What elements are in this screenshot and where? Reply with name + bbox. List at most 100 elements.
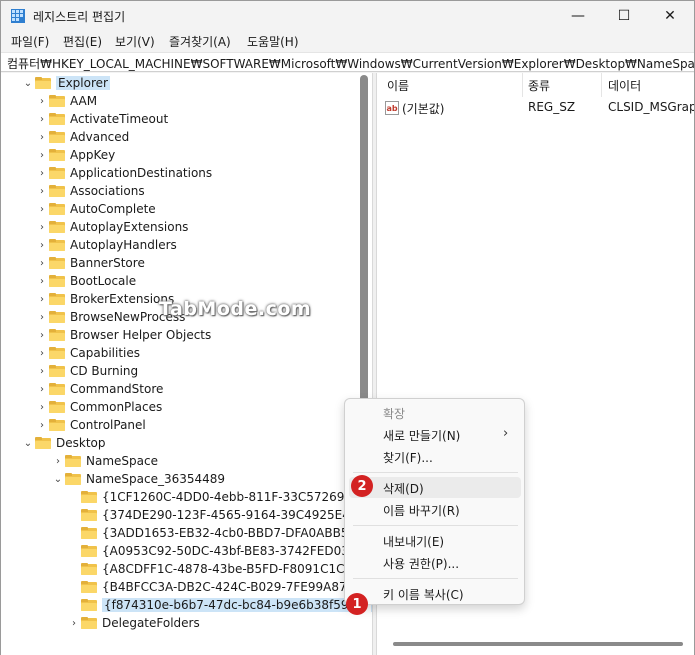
chevron-right-icon[interactable]: › <box>35 416 49 434</box>
chevron-right-icon[interactable]: › <box>35 182 49 200</box>
list-horizontal-scrollbar[interactable] <box>393 642 683 646</box>
folder-icon <box>49 383 65 395</box>
menu-export[interactable]: 내보내기(E) <box>383 533 444 550</box>
tree-node-label: BannerStore <box>70 256 145 270</box>
tree-node-label: AutoplayHandlers <box>70 238 177 252</box>
folder-icon <box>49 167 65 179</box>
column-header-type[interactable]: 종류 <box>528 77 550 94</box>
chevron-right-icon[interactable]: › <box>51 452 65 470</box>
chevron-right-icon[interactable]: › <box>35 218 49 236</box>
chevron-right-icon[interactable]: › <box>35 272 49 290</box>
chevron-right-icon[interactable]: › <box>35 344 49 362</box>
chevron-right-icon[interactable]: › <box>35 236 49 254</box>
tree-node[interactable]: › AppKey <box>35 146 115 164</box>
menu-rename[interactable]: 이름 바꾸기(R) <box>383 502 460 519</box>
tree-node[interactable]: › ActivateTimeout <box>35 110 168 128</box>
tree-node[interactable]: › ControlPanel <box>35 416 146 434</box>
chevron-right-icon[interactable]: › <box>35 146 49 164</box>
column-separator[interactable] <box>601 73 602 97</box>
minimize-button[interactable]: — <box>555 1 601 31</box>
menu-permissions[interactable]: 사용 권한(P)... <box>383 555 459 572</box>
menu-expand[interactable]: 확장 <box>383 405 405 422</box>
folder-icon <box>49 203 65 215</box>
tree-node-desktop[interactable]: ⌄ Desktop <box>21 434 106 452</box>
tree-node-guid[interactable]: {1CF1260C-4DD0-4ebb-811F-33C572699FD <box>81 488 368 506</box>
tree-node[interactable]: › ApplicationDestinations <box>35 164 212 182</box>
tree-node-delegatefolders[interactable]: › DelegateFolders <box>67 614 200 632</box>
chevron-right-icon[interactable]: › <box>35 326 49 344</box>
tree-node-guid[interactable]: {A8CDFF1C-4878-43be-B5FD-F8091C1C60D <box>81 560 369 578</box>
chevron-right-icon[interactable]: › <box>35 398 49 416</box>
folder-icon <box>49 257 65 269</box>
menu-find[interactable]: 찾기(F)... <box>383 449 433 466</box>
menu-copy-key-name[interactable]: 키 이름 복사(C) <box>383 586 464 603</box>
chevron-right-icon[interactable]: › <box>35 128 49 146</box>
menu-favorites[interactable]: 즐겨찾기(A) <box>169 33 231 50</box>
key-tree-pane[interactable]: ⌄ Explorer › AAM › ActivateTimeout › Advanced… <box>1 73 372 655</box>
folder-icon <box>49 401 65 413</box>
tree-node[interactable]: › Associations <box>35 182 145 200</box>
chevron-right-icon[interactable]: › <box>35 200 49 218</box>
tree-node-namespace[interactable]: › NameSpace <box>51 452 158 470</box>
menu-help[interactable]: 도움말(H) <box>247 33 299 50</box>
chevron-down-icon[interactable]: ⌄ <box>21 434 35 452</box>
tree-node-guid[interactable]: {B4BFCC3A-DB2C-424C-B029-7FE99A87C6 <box>81 578 363 596</box>
menu-bar: 파일(F) 편집(E) 보기(V) 즐겨찾기(A) 도움말(H) <box>1 31 694 51</box>
column-header-data[interactable]: 데이터 <box>608 77 641 94</box>
column-header-name[interactable]: 이름 <box>387 77 409 94</box>
tree-node[interactable]: › BootLocale <box>35 272 136 290</box>
chevron-right-icon[interactable]: › <box>35 92 49 110</box>
menu-file[interactable]: 파일(F) <box>11 33 49 50</box>
chevron-down-icon[interactable]: ⌄ <box>21 74 35 92</box>
folder-icon <box>49 275 65 287</box>
tree-node[interactable]: › AutoComplete <box>35 200 156 218</box>
folder-icon <box>65 473 81 485</box>
address-bar[interactable]: 컴퓨터₩HKEY_LOCAL_MACHINE₩SOFTWARE₩Microsof… <box>1 52 694 72</box>
menu-delete[interactable]: 삭제(D) <box>383 480 424 497</box>
menu-view[interactable]: 보기(V) <box>115 33 155 50</box>
tree-node-label: {1CF1260C-4DD0-4ebb-811F-33C572699FD <box>102 490 369 504</box>
folder-icon <box>49 311 65 323</box>
tree-node[interactable]: › AutoplayHandlers <box>35 236 177 254</box>
chevron-right-icon[interactable]: › <box>35 254 49 272</box>
tree-node-explorer[interactable]: ⌄ Explorer <box>21 74 110 92</box>
tree-node-guid[interactable]: {3ADD1653-EB32-4cb0-BBD7-DFA0ABB5AC <box>81 524 365 542</box>
tree-node-label: AutoComplete <box>70 202 156 216</box>
maximize-button[interactable]: ☐ <box>601 1 647 31</box>
tree-node[interactable]: › AutoplayExtensions <box>35 218 188 236</box>
step-badge-2: 2 <box>351 475 373 497</box>
tree-node[interactable]: › Capabilities <box>35 344 140 362</box>
tree-node[interactable]: › BrokerExtensions <box>35 290 174 308</box>
tree-node[interactable]: › Browser Helper Objects <box>35 326 211 344</box>
tree-node[interactable]: › CommandStore <box>35 380 163 398</box>
folder-icon <box>81 617 97 629</box>
folder-icon <box>65 455 81 467</box>
tree-node-namespace-36354489[interactable]: ⌄ NameSpace_36354489 <box>51 470 225 488</box>
chevron-right-icon[interactable]: › <box>67 614 81 632</box>
tree-node[interactable]: › CD Burning <box>35 362 138 380</box>
chevron-right-icon[interactable]: › <box>35 308 49 326</box>
tree-node[interactable]: › Advanced <box>35 128 129 146</box>
chevron-right-icon[interactable]: › <box>35 164 49 182</box>
tree-node-guid[interactable]: {f874310e-b6b7-47dc-bc84-b9e6b38f5903} <box>81 596 372 614</box>
tree-node[interactable]: › AAM <box>35 92 97 110</box>
value-name[interactable]: (기본값) <box>402 100 444 117</box>
menu-edit[interactable]: 편집(E) <box>63 33 102 50</box>
chevron-right-icon[interactable]: › <box>35 362 49 380</box>
tree-node-guid[interactable]: {374DE290-123F-4565-9164-39C4925E467 <box>81 506 365 524</box>
tree-node-label: {3ADD1653-EB32-4cb0-BBD7-DFA0ABB5AC <box>102 526 365 540</box>
column-separator[interactable] <box>522 73 523 97</box>
chevron-down-icon[interactable]: ⌄ <box>51 470 65 488</box>
chevron-right-icon[interactable]: › <box>35 380 49 398</box>
tree-node-label: {374DE290-123F-4565-9164-39C4925E467 <box>102 508 366 522</box>
close-button[interactable]: ✕ <box>647 1 693 31</box>
chevron-right-icon[interactable]: › <box>35 110 49 128</box>
tree-node-label: CD Burning <box>70 364 139 378</box>
menu-new[interactable]: 새로 만들기(N) <box>383 427 460 444</box>
title-bar: 레지스트리 편집기 — ☐ ✕ <box>1 1 694 31</box>
tree-node-guid[interactable]: {A0953C92-50DC-43bf-BE83-3742FED03C9 <box>81 542 365 560</box>
chevron-right-icon[interactable]: › <box>35 290 49 308</box>
tree-node[interactable]: › CommonPlaces <box>35 398 162 416</box>
tree-node[interactable]: › BannerStore <box>35 254 145 272</box>
folder-icon <box>81 509 97 521</box>
